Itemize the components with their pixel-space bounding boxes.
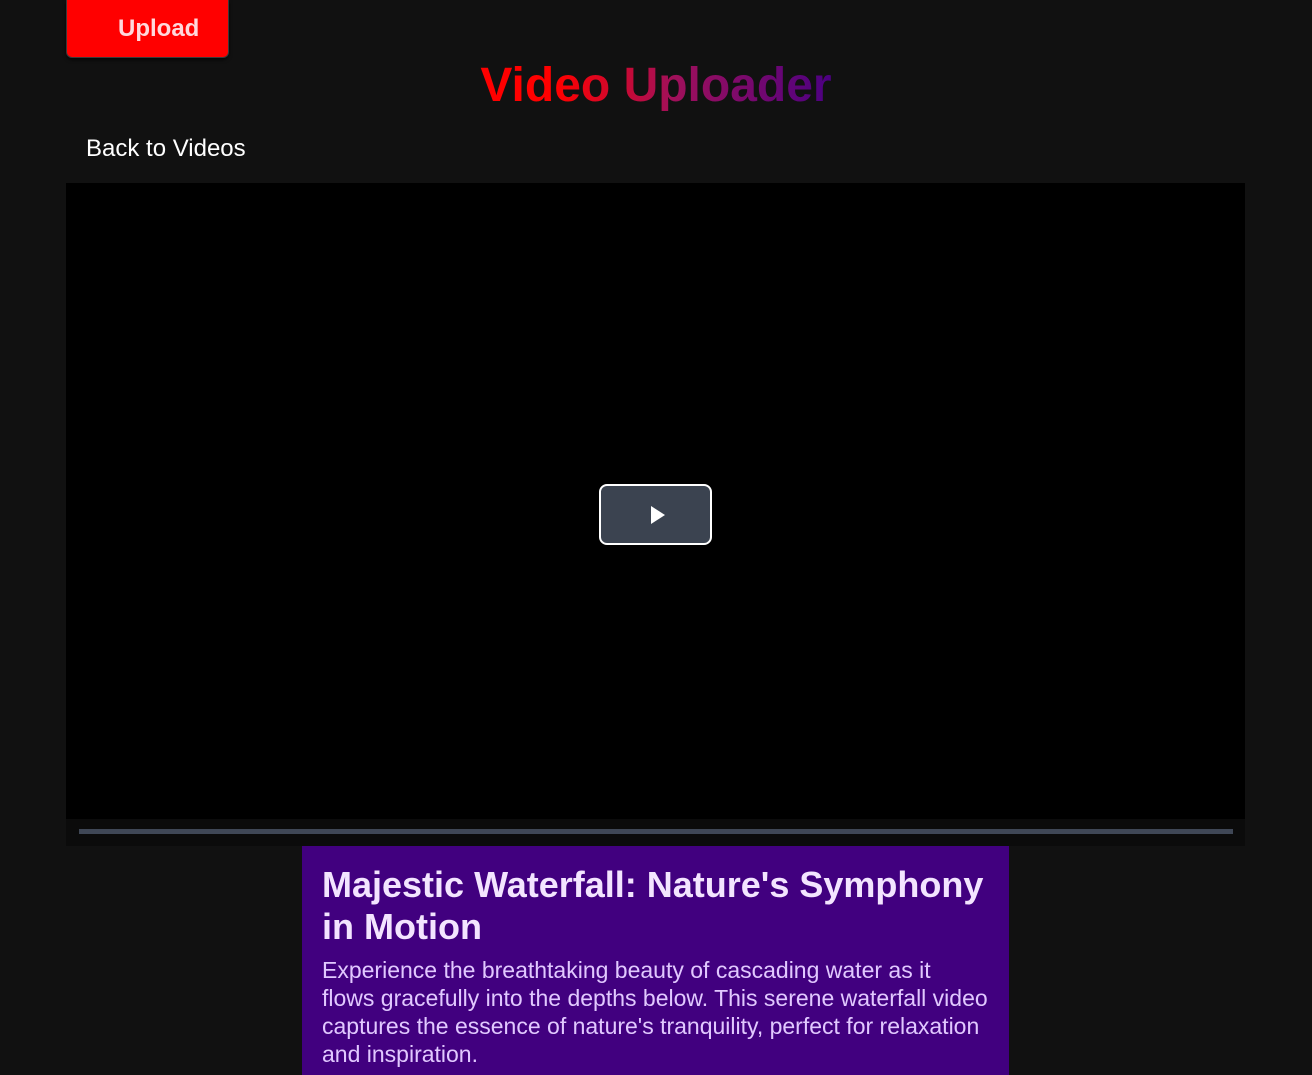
progress-bar[interactable] xyxy=(79,829,1233,834)
video-title: Majestic Waterfall: Nature's Symphony in… xyxy=(322,864,984,947)
play-button[interactable] xyxy=(599,484,712,545)
site-title: Video Uploader xyxy=(0,58,1312,114)
player-control-bar xyxy=(66,819,1245,846)
back-to-videos-link[interactable]: Back to Videos xyxy=(86,134,246,164)
page: Upload Video Uploader Back to Videos Maj… xyxy=(0,0,1312,1075)
video-info-card: Majestic Waterfall: Nature's Symphony in… xyxy=(302,846,1009,1075)
video-player[interactable] xyxy=(66,183,1245,846)
video-description: Experience the breathtaking beauty of ca… xyxy=(322,957,988,1067)
play-icon xyxy=(651,506,665,524)
site-title-text: Video Uploader xyxy=(480,59,832,112)
upload-button[interactable]: Upload xyxy=(66,0,229,58)
